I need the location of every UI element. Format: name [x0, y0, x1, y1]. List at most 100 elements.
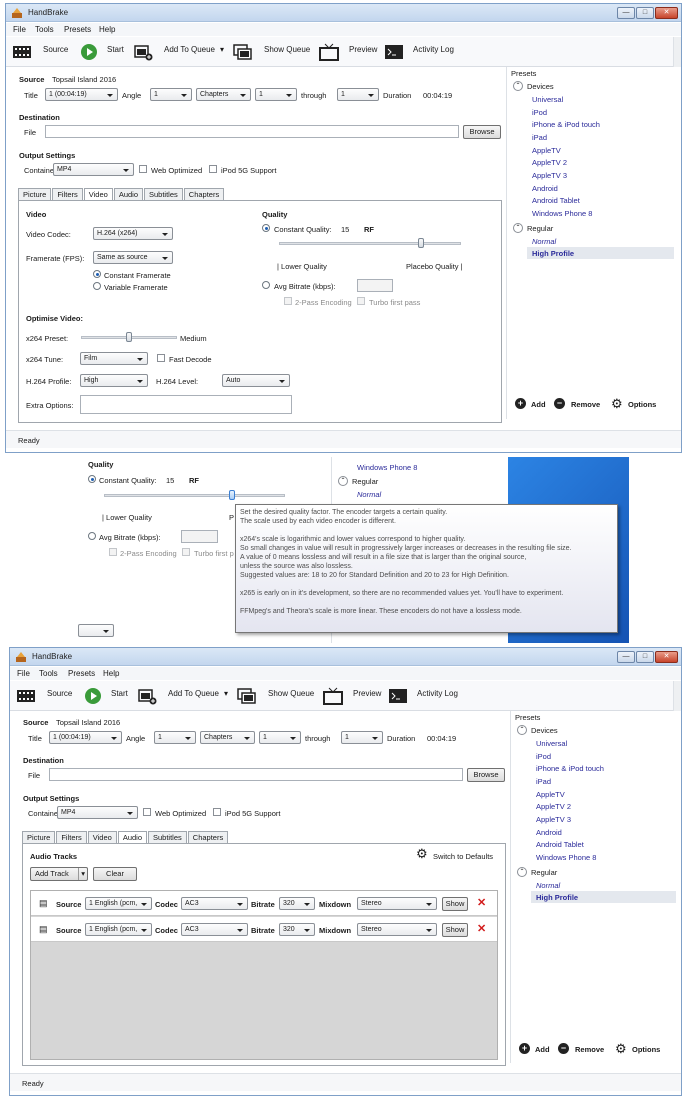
source-film-icon[interactable]	[16, 687, 36, 705]
add-preset-icon[interactable]: +	[519, 1043, 530, 1054]
preview-tv-icon[interactable]	[323, 687, 343, 705]
video-codec-select[interactable]: H.264 (x264)	[93, 227, 173, 240]
preset-android[interactable]: Android	[532, 184, 558, 193]
show-queue-button[interactable]: Show Queue	[268, 689, 314, 698]
preset-normal[interactable]: Normal	[532, 237, 556, 246]
range-start-select[interactable]: 1	[259, 731, 301, 744]
start-button[interactable]: Start	[107, 45, 124, 54]
tab-filters[interactable]: Filters	[56, 831, 87, 843]
tab-chapters[interactable]: Chapters	[183, 188, 225, 200]
preset-appletv[interactable]: AppleTV	[532, 146, 561, 155]
source-film-icon[interactable]	[12, 43, 32, 61]
preset-high-profile[interactable]: High Profile	[532, 249, 574, 258]
track-source-select[interactable]: 1 English (pcm,	[85, 897, 152, 910]
minimize-button[interactable]: —	[617, 7, 635, 19]
add-to-queue-icon[interactable]	[137, 687, 157, 705]
crop-partial-select[interactable]	[78, 624, 114, 637]
preset-windows-phone-8[interactable]: Windows Phone 8	[532, 209, 592, 218]
minimize-button[interactable]: —	[617, 651, 635, 663]
tab-subtitles[interactable]: Subtitles	[144, 188, 183, 200]
tab-video[interactable]: Video	[87, 831, 117, 843]
activity-log-console-icon[interactable]	[388, 687, 408, 705]
source-button[interactable]: Source	[43, 45, 68, 54]
crop-two-pass-checkbox[interactable]	[109, 548, 117, 556]
two-pass-checkbox[interactable]	[284, 297, 292, 305]
add-to-queue-dropdown-icon[interactable]: ▾	[220, 45, 224, 54]
menu-presets[interactable]: Presets	[64, 25, 91, 34]
add-track-button[interactable]: Add Track ▾	[30, 867, 88, 881]
ipod-5g-checkbox[interactable]	[209, 165, 217, 173]
web-optimized-checkbox[interactable]	[143, 808, 151, 816]
toolbar-scrollbar[interactable]	[673, 37, 681, 67]
preview-button[interactable]: Preview	[353, 689, 381, 698]
preset-ipad[interactable]: iPad	[532, 133, 547, 142]
preset-android[interactable]: Android	[536, 828, 562, 837]
activity-log-console-icon[interactable]	[384, 43, 404, 61]
preview-tv-icon[interactable]	[319, 43, 339, 61]
range-end-select[interactable]: 1	[337, 88, 379, 101]
add-to-queue-button[interactable]: Add To Queue	[164, 45, 215, 54]
preset-high-profile[interactable]: High Profile	[536, 893, 578, 902]
preset-universal[interactable]: Universal	[536, 739, 567, 748]
file-path-input[interactable]	[45, 125, 459, 138]
add-preset-button[interactable]: Add	[531, 400, 546, 409]
crop-avg-bitrate-input[interactable]	[181, 530, 218, 543]
maximize-button[interactable]: □	[636, 651, 654, 663]
source-button[interactable]: Source	[47, 689, 72, 698]
track-show-button[interactable]: Show	[442, 897, 468, 911]
preset-windows-phone-8[interactable]: Windows Phone 8	[536, 853, 596, 862]
track-bitrate-select[interactable]: 320	[279, 923, 315, 936]
add-to-queue-button[interactable]: Add To Queue	[168, 689, 219, 698]
title-select[interactable]: 1 (00:04:19)	[49, 731, 122, 744]
remove-preset-icon[interactable]: −	[558, 1043, 569, 1054]
tab-picture[interactable]: Picture	[22, 831, 56, 843]
track-mixdown-select[interactable]: Stereo	[357, 897, 437, 910]
menu-tools[interactable]: Tools	[39, 669, 58, 678]
menu-help[interactable]: Help	[99, 25, 115, 34]
avg-bitrate-radio[interactable]	[262, 281, 270, 289]
tab-chapters[interactable]: Chapters	[187, 831, 229, 843]
container-select[interactable]: MP4	[57, 806, 138, 819]
browse-button[interactable]: Browse	[467, 768, 505, 782]
switch-to-defaults-button[interactable]: Switch to Defaults	[433, 852, 493, 861]
track-show-button[interactable]: Show	[442, 923, 468, 937]
turbo-first-pass-checkbox[interactable]	[357, 297, 365, 305]
preset-appletv-3[interactable]: AppleTV 3	[532, 171, 567, 180]
menu-presets[interactable]: Presets	[68, 669, 95, 678]
track-codec-select[interactable]: AC3	[181, 897, 248, 910]
devices-collapse-icon[interactable]: ⌃	[517, 725, 527, 735]
preview-button[interactable]: Preview	[349, 45, 377, 54]
crop-turbo-checkbox[interactable]	[182, 548, 190, 556]
menu-tools[interactable]: Tools	[35, 25, 54, 34]
track-bitrate-select[interactable]: 320	[279, 897, 315, 910]
crop-avg-bitrate-radio[interactable]	[88, 532, 96, 540]
close-button[interactable]: ✕	[655, 651, 678, 663]
devices-group-label[interactable]: Devices	[527, 82, 554, 91]
tab-filters[interactable]: Filters	[52, 188, 83, 200]
range-mode-select[interactable]: Chapters	[196, 88, 251, 101]
h264-level-select[interactable]: Auto	[222, 374, 290, 387]
close-button[interactable]: ✕	[655, 7, 678, 19]
maximize-button[interactable]: □	[636, 7, 654, 19]
crop-constant-quality-radio[interactable]	[88, 475, 96, 483]
preset-universal[interactable]: Universal	[532, 95, 563, 104]
preset-android-tablet[interactable]: Android Tablet	[532, 196, 580, 205]
preset-iphone-ipod-touch[interactable]: iPhone & iPod touch	[532, 120, 600, 129]
avg-bitrate-input[interactable]	[357, 279, 393, 292]
x264-tune-select[interactable]: Film	[80, 352, 148, 365]
activity-log-button[interactable]: Activity Log	[413, 45, 454, 54]
devices-collapse-icon[interactable]: ⌃	[513, 81, 523, 91]
track-codec-select[interactable]: AC3	[181, 923, 248, 936]
tab-audio[interactable]: Audio	[113, 188, 143, 200]
activity-log-button[interactable]: Activity Log	[417, 689, 458, 698]
add-to-queue-dropdown-icon[interactable]: ▾	[224, 689, 228, 698]
show-queue-icon[interactable]	[237, 687, 257, 705]
quality-slider-thumb[interactable]	[417, 238, 424, 248]
switch-defaults-gear-icon[interactable]: ⚙	[416, 846, 428, 862]
preset-options-button[interactable]: Options	[628, 400, 656, 409]
title-select[interactable]: 1 (00:04:19)	[45, 88, 118, 101]
devices-group-label[interactable]: Devices	[531, 726, 558, 735]
quality-slider-track[interactable]	[279, 242, 461, 245]
preset-appletv[interactable]: AppleTV	[536, 790, 565, 799]
show-queue-icon[interactable]	[233, 43, 253, 61]
